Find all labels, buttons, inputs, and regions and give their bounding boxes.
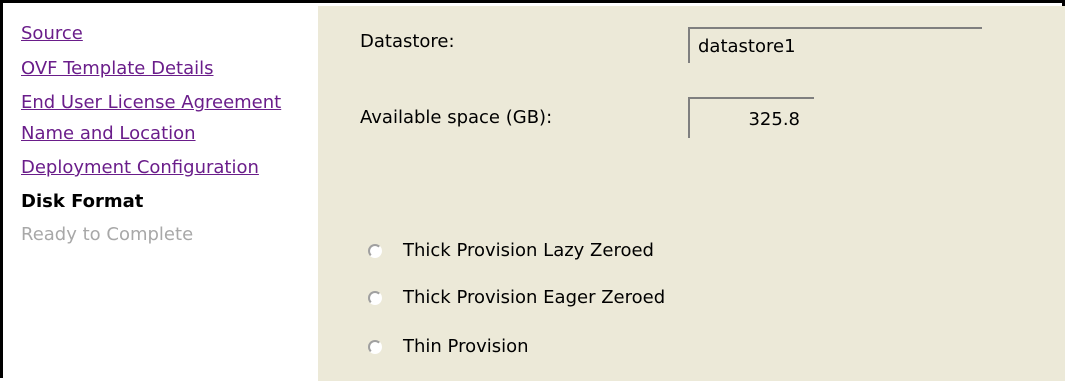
thin-provision-option[interactable]: Thin Provision [368,334,529,360]
thick-eager-zeroed-radio[interactable] [368,291,382,305]
available-space-field: 325.8 [688,97,814,138]
thick-eager-zeroed-label: Thick Provision Eager Zeroed [403,287,666,308]
step-name-and-location-link[interactable]: Name and Location [21,123,196,145]
wizard-window: Source OVF Template Details End User Lic… [0,0,1065,381]
step-ovf-template-details-link[interactable]: OVF Template Details [21,58,214,80]
available-space-label: Available space (GB): [360,107,553,128]
step-source-link[interactable]: Source [21,23,83,45]
step-deployment-configuration-link[interactable]: Deployment Configuration [21,157,259,179]
wizard-steps-sidebar: Source OVF Template Details End User Lic… [6,6,318,381]
thick-lazy-zeroed-option[interactable]: Thick Provision Lazy Zeroed [368,238,654,264]
thin-provision-label: Thin Provision [403,336,529,357]
thick-lazy-zeroed-radio[interactable] [368,244,382,258]
step-disk-format-current: Disk Format [21,191,144,212]
disk-format-panel: Datastore: datastore1 Available space (G… [318,6,1065,381]
thick-eager-zeroed-option[interactable]: Thick Provision Eager Zeroed [368,285,665,311]
step-eula-link[interactable]: End User License Agreement [21,92,281,114]
datastore-field: datastore1 [688,27,982,63]
thin-provision-radio[interactable] [368,340,382,354]
datastore-label: Datastore: [360,31,455,52]
step-ready-to-complete-disabled: Ready to Complete [21,224,194,245]
thick-lazy-zeroed-label: Thick Provision Lazy Zeroed [403,240,654,261]
